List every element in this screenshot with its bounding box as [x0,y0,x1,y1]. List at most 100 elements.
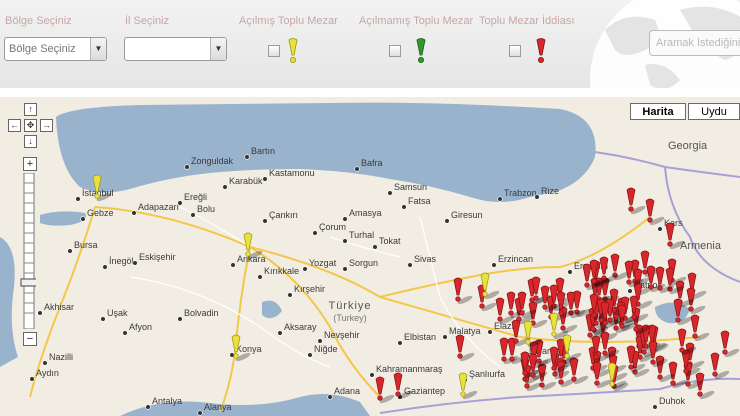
city-label-giresun: Giresun [451,210,483,220]
city-label-elbistan: Elbistan [404,332,436,342]
claim-grave-checkbox[interactable] [509,45,521,57]
zoom-slider[interactable] [20,173,36,329]
city-dot-bartin [244,154,250,160]
tuz-lake [262,300,282,319]
city-label-corum: Çorum [319,222,346,232]
pan-right-icon[interactable]: → [40,119,53,132]
region-select-value: Bölge Seçiniz [9,43,76,55]
city-dot-nevsehir [317,338,323,344]
city-dot-istanbul [75,196,81,202]
country-label-armenia: Armenia [680,240,722,252]
pan-left-icon[interactable]: ← [8,119,21,132]
city-dot-kars [657,226,663,232]
city-label-sorgun: Sorgun [349,258,378,268]
claim-marker[interactable] [375,376,395,405]
city-dot-erzincan [491,262,497,268]
city-dot-antalya [145,404,151,410]
yellow-pin-icon [288,38,298,63]
city-dot-aydin [29,376,35,382]
city-dot-bolu [190,212,196,218]
city-label-kirikkale: Kırıkkale [264,266,299,276]
marmara-sea [40,211,86,226]
city-dot-afyon [122,330,128,336]
city-dot-tokat [372,244,378,250]
city-label-kastamonu: Kastamonu [269,168,315,178]
city-label-rize: Rize [541,186,559,196]
city-dot-elazig [487,329,493,335]
city-label-aksaray: Aksaray [284,322,317,332]
claim-marker[interactable] [710,352,730,381]
city-label-akhisar: Akhisar [44,302,74,312]
city-dot-turhal [342,238,348,244]
city-dot-corum [312,230,318,236]
city-label-bolu: Bolu [197,204,215,214]
map-type-map-button[interactable]: Harita [630,103,686,120]
pan-center-icon[interactable]: ✥ [24,119,37,132]
city-dot-gebze [80,216,86,222]
opened-grave-checkbox[interactable] [268,45,280,57]
city-dot-sorgun [342,266,348,272]
claim-grave-label: Toplu Mezar İddiası [479,15,575,27]
zoom-in-icon[interactable]: + [23,157,37,171]
claim-marker[interactable] [453,277,473,306]
unopened-grave-checkbox[interactable] [389,45,401,57]
city-label-eregli: Ereğli [184,192,207,202]
map-view[interactable]: Türkiye (Turkey) Georgia Armenia Zonguld… [0,97,740,416]
city-label-sivas: Sivas [414,254,437,264]
city-label-dohuk: Duhok [659,396,686,406]
map-canvas[interactable]: Türkiye (Turkey) Georgia Armenia Zonguld… [0,97,740,416]
city-label-malatya: Malatya [449,326,481,336]
claim-marker[interactable] [645,198,665,227]
city-dot-giresun [444,218,450,224]
aegean-sea [0,237,18,367]
city-dot-fatsa [401,204,407,210]
city-dot-eskisehir [132,260,138,266]
city-dot-dohuk [652,404,658,410]
region-select[interactable]: Bölge Seçiniz ▼ [4,37,107,61]
city-label-nigde: Niğde [314,344,338,354]
city-dot-adapazari [131,210,137,216]
city-dot-akhisar [37,310,43,316]
pan-down-icon[interactable]: ↓ [24,135,37,148]
city-label-turhal: Turhal [349,230,374,240]
city-label-antalya: Antalya [152,396,182,406]
claim-marker[interactable] [677,328,697,357]
city-label-afyon: Afyon [129,322,152,332]
city-dot-sivas [407,262,413,268]
city-dot-usak [100,316,106,322]
city-dot-yozgat [302,266,308,272]
claim-marker[interactable] [695,372,715,401]
chevron-down-icon[interactable]: ▼ [210,38,226,60]
chevron-down-icon[interactable]: ▼ [90,38,106,60]
city-dot-bolvadin [177,316,183,322]
filter-toolbar: Bölge Seçiniz Bölge Seçiniz ▼ İl Seçiniz… [0,0,740,88]
red-pin-icon [536,38,546,63]
city-dot-trabzon [497,196,503,202]
search-input[interactable] [649,30,740,56]
city-label-bartin: Bartın [251,146,275,156]
city-dot-cankiri [262,218,268,224]
city-dot-eregli [177,200,183,206]
city-label-alanya: Alanya [204,402,232,412]
city-label-kahramanmaras: Kahramanmaraş [376,364,443,374]
province-select[interactable]: ▼ [124,37,227,61]
city-dot-zonguldak [184,164,190,170]
pan-up-icon[interactable]: ↑ [24,103,37,116]
claim-marker[interactable] [720,330,740,359]
zoom-out-icon[interactable]: − [23,332,37,346]
zoom-handle [20,278,36,287]
region-label: Bölge Seçiniz [5,15,72,27]
city-dot-elbistan [397,340,403,346]
city-label-konya: Konya [236,344,262,354]
claim-marker[interactable] [455,334,475,363]
city-dot-inegol [102,264,108,270]
georgia-border [594,151,740,178]
city-dot-kirsehir [287,292,293,298]
map-type-satellite-button[interactable]: Uydu [688,103,740,120]
claim-marker[interactable] [626,187,646,216]
opened-marker[interactable] [562,334,582,363]
city-dot-bafra [354,166,360,172]
city-dot-ankara [230,262,236,268]
city-label-tokat: Tokat [379,236,401,246]
city-dot-karabuk [222,184,228,190]
